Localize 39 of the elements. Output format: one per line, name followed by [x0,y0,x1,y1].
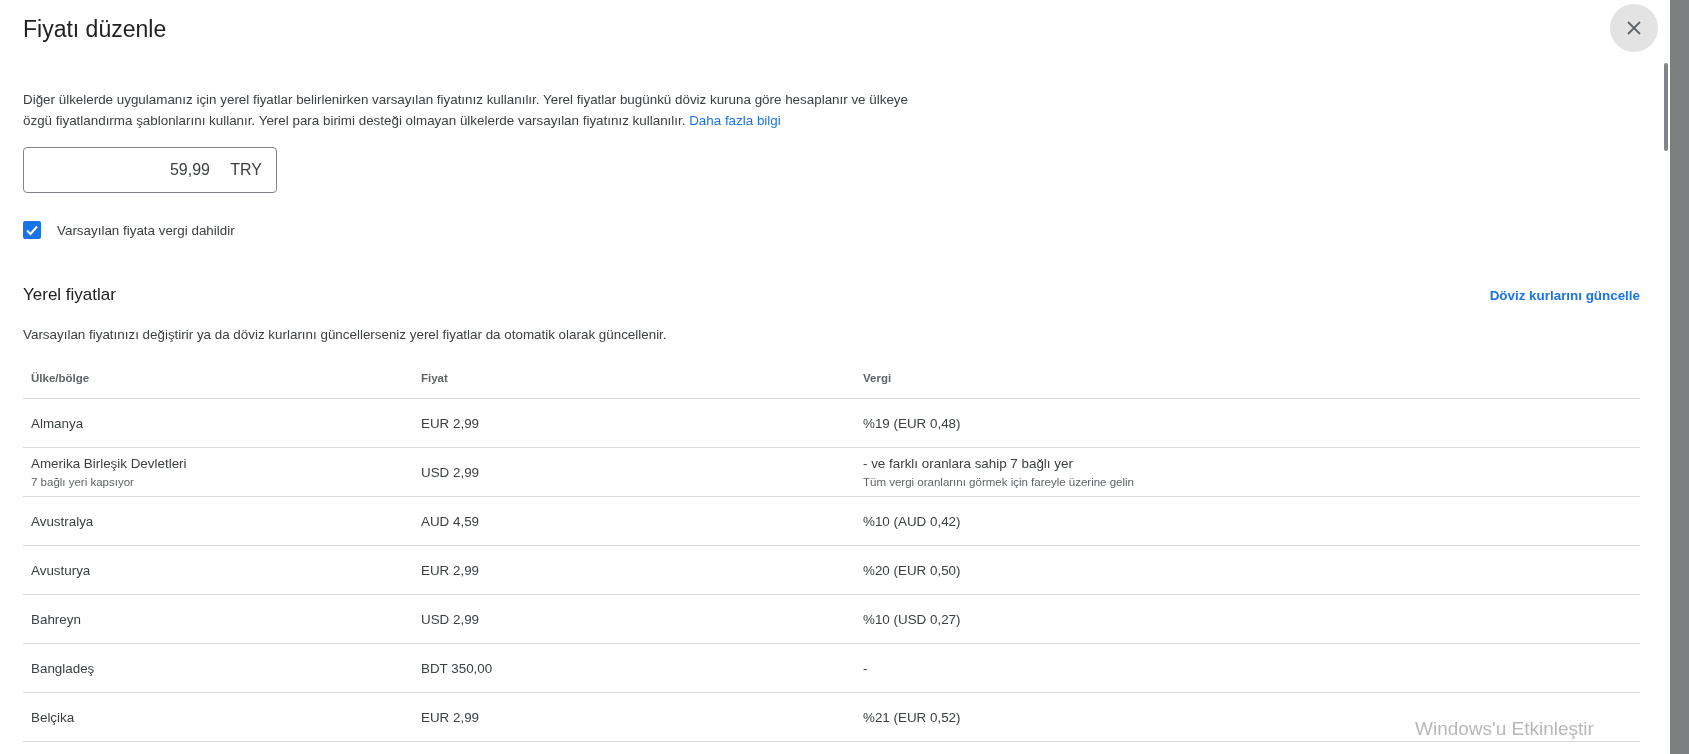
close-icon [1627,21,1641,35]
price-cell: AUD 4,59 [421,513,480,529]
price-cell: BDT 350,00 [421,660,493,676]
tax-checkbox[interactable] [23,221,41,239]
tax-note: Tüm vergi oranlarını görmek için fareyle üzerine gelin [863,476,1135,488]
price-cell: EUR 2,99 [421,415,480,431]
column-header: Ülke/bölge [31,372,90,384]
currency-label: TRY [230,161,262,179]
tax-cell-text: %10 (AUD 0,42) [863,513,962,529]
description-text: Diğer ülkelerde uygulamanız için yerel fiyatlar belirlenirken varsayılan fiyatınız kullanılır. Yerel fiyatlar bugünkü döviz kuruna göre hesaplanır ve ülkeye özgü fiyatlandırma şablonlarını kullanır. Yerel para birimi desteği olmayan ülkelerde varsayılan fiyatınız kullanılır. Daha fazla bilgi [23,91,908,130]
close-button[interactable] [1610,4,1658,52]
activation-notice: Windows'u Etkinleştir [1415,718,1594,740]
price-cell: EUR 2,99 [421,709,480,725]
section-description: Varsayılan fiyatınızı değiştirir ya da döviz kurlarını güncellerseniz yerel fiyatlar da otomatik olarak güncellenir. [23,327,668,342]
country-cell-text: Bahreyn [31,611,82,627]
tax-cell-text: - ve farklı oranlara sahip 7 bağlı yer [863,456,1074,471]
country-cell-text: Avustralya [31,513,95,529]
tax-cell-text: %20 (EUR 0,50) [863,562,962,578]
tax-cell-text: %21 (EUR 0,52) [863,709,962,725]
country-cell-text: Amerika Birleşik Devletleri [31,456,188,471]
dialog-title: Fiyatı düzenle [23,15,167,43]
checkbox-label: Varsayılan fiyata vergi dahildir [57,222,235,238]
tax-cell-text: %19 (EUR 0,48) [863,415,962,431]
tax-cell-text: %10 (USD 0,27) [863,611,962,627]
column-header: Fiyat [421,372,448,384]
scrollbar-thumb[interactable] [1664,63,1668,151]
column-header: Vergi [863,372,892,384]
price-cell: USD 2,99 [421,464,480,480]
country-cell-text: Belçika [31,709,76,725]
price-cell: EUR 2,99 [421,562,480,578]
tax-cell-text: - [863,660,869,676]
country-cell-text: Bangladeş [31,660,96,676]
country-cell-text: Avusturya [31,562,92,578]
price-cell: USD 2,99 [421,611,480,627]
country-cell-text: Almanya [31,415,85,431]
section-title: Yerel fiyatlar [23,285,116,305]
learn-more-link[interactable]: Daha fazla bilgi [689,113,781,128]
update-rates-link[interactable]: Döviz kurlarını güncelle [1489,287,1640,303]
country-note: 7 bağlı yeri kapsıyor [31,476,135,488]
